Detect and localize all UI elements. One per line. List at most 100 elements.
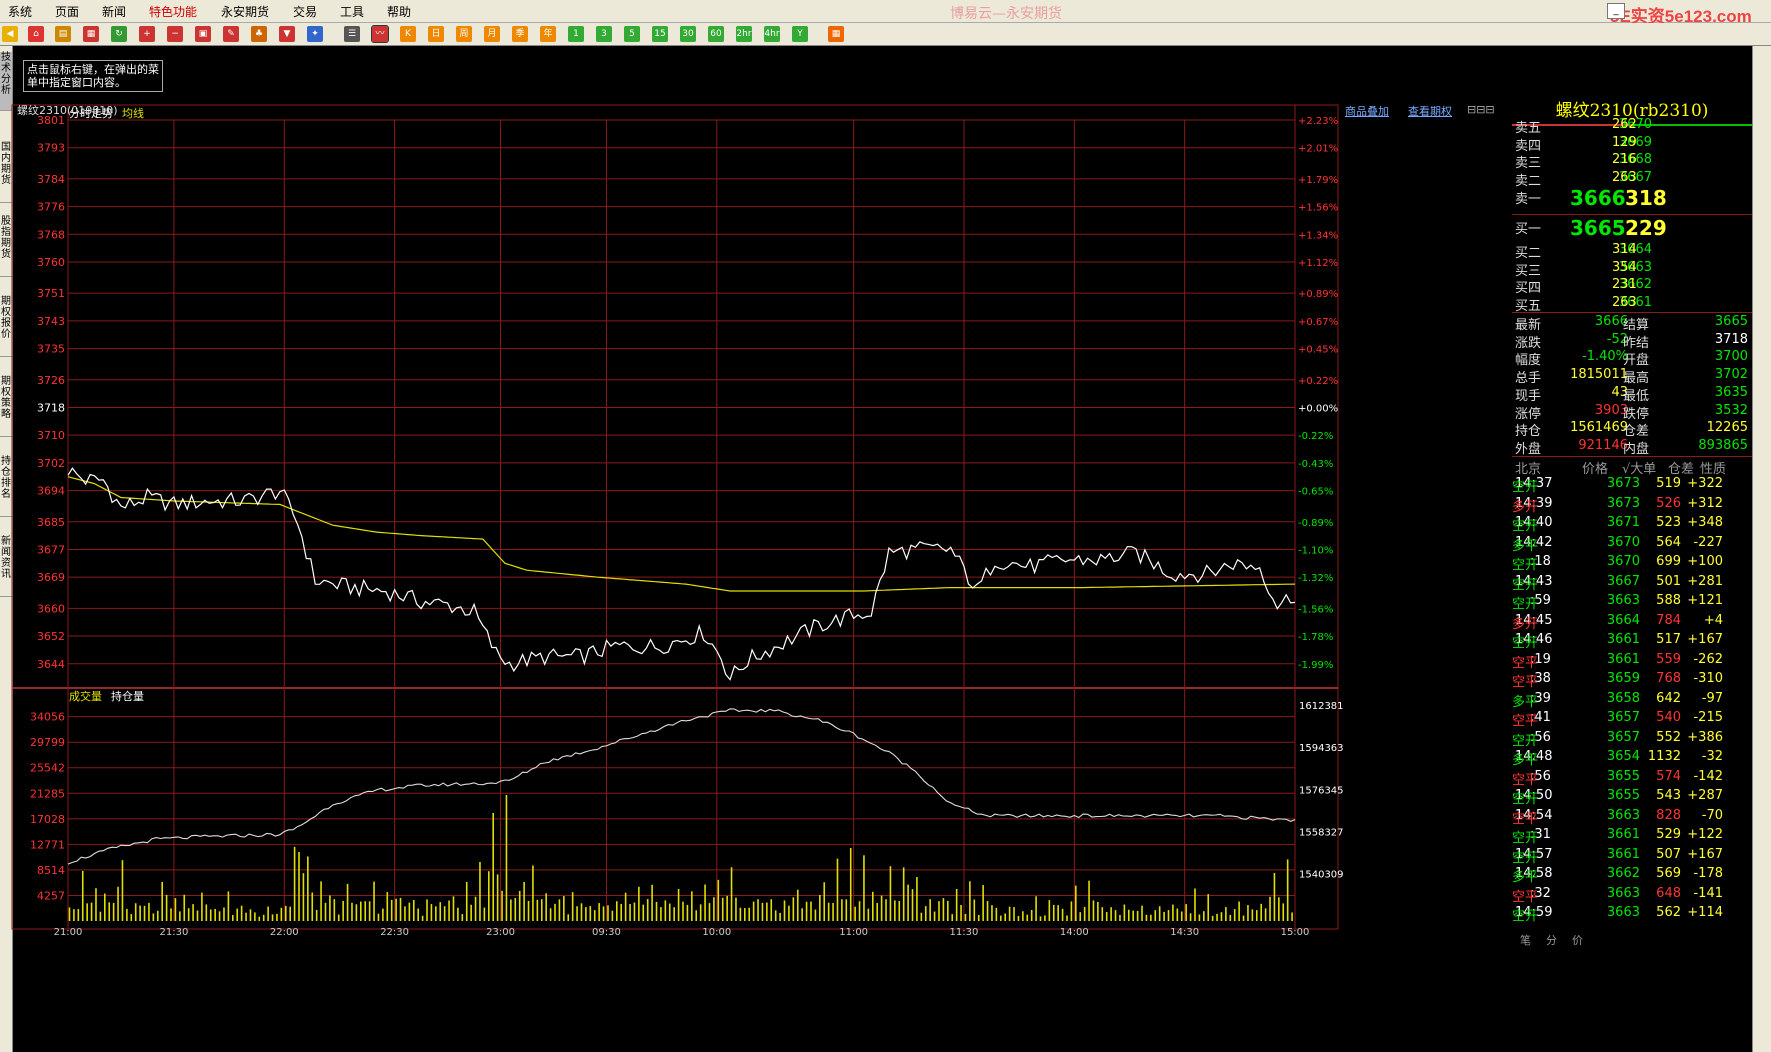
trade-nature: 空开 bbox=[1512, 909, 1539, 924]
tab-minute[interactable]: 分 bbox=[1546, 932, 1557, 948]
right-scrollbar[interactable] bbox=[1752, 46, 1771, 1052]
trade-row[interactable]: :19 3661 559 -262 空平 bbox=[1512, 652, 1752, 672]
pct-tick-label: -0.65% bbox=[1298, 487, 1333, 498]
chart-header: 螺纹2310(010810) 商品叠加 查看期权 ⊟⊟⊟ bbox=[15, 101, 1509, 118]
trade-header: 仓差 bbox=[1668, 462, 1695, 477]
pct-tick-label: -1.78% bbox=[1298, 632, 1333, 643]
stat-value: 3665 bbox=[1714, 314, 1748, 329]
trade-row[interactable]: 14:50 3655 543 +287 空开 bbox=[1512, 788, 1752, 808]
trade-nature: 空开 bbox=[1512, 733, 1539, 749]
trade-row[interactable]: 14:58 3662 569 -178 多平 bbox=[1512, 866, 1752, 886]
stat-label: 涨跌 bbox=[1515, 335, 1542, 351]
trade-price: 3663 bbox=[1606, 905, 1640, 920]
trade-row[interactable]: 14:57 3661 507 +167 空开 bbox=[1512, 847, 1752, 867]
trade-price: 3667 bbox=[1606, 573, 1640, 589]
trade-row[interactable]: 14:43 3667 501 +281 空开 bbox=[1512, 574, 1752, 594]
legend-volume: 成交量 bbox=[69, 689, 102, 703]
trade-row[interactable]: 14:42 3670 564 -227 多平 bbox=[1512, 535, 1752, 555]
stats-divider bbox=[1512, 312, 1752, 313]
minimize-button[interactable]: _ bbox=[1607, 3, 1625, 19]
trade-nature: 空平 bbox=[1512, 714, 1539, 729]
trade-price: 3654 bbox=[1606, 749, 1640, 764]
stat-label: 最低 bbox=[1623, 388, 1650, 404]
trade-price: 3670 bbox=[1606, 534, 1640, 550]
intraday-chart[interactable]: 3801 +2.23%3793 +2.01%3784 +1.79%3776 +1.56%… bbox=[0, 0, 1512, 1052]
trade-row[interactable]: :56 3657 552 +386 空开 bbox=[1512, 730, 1752, 750]
pct-tick-label: +2.01% bbox=[1298, 144, 1338, 155]
pct-tick-label: +0.00% bbox=[1298, 403, 1338, 414]
trade-row[interactable]: :56 3655 574 -142 空平 bbox=[1512, 769, 1752, 789]
trade-row[interactable]: :39 3658 642 -97 多平 bbox=[1512, 691, 1752, 711]
stat-row: 总手 1815011 最高 3702 bbox=[1512, 367, 1752, 387]
trade-price: 3663 bbox=[1606, 593, 1640, 608]
trade-volume: 559 bbox=[1656, 651, 1681, 667]
ask-row: 卖三 3668 216 bbox=[1512, 152, 1752, 171]
overlay-commodity-link[interactable]: 商品叠加 bbox=[1345, 103, 1389, 119]
price-tick-label: 3652 bbox=[37, 630, 65, 643]
volume-tick-label: 21285 bbox=[30, 787, 65, 800]
tab-tick[interactable]: 笔 bbox=[1520, 932, 1531, 948]
time-tick-label: 21:00 bbox=[54, 927, 83, 938]
stat-row: 外盘 921146 内盘 893865 bbox=[1512, 437, 1752, 457]
stat-label: 跌停 bbox=[1623, 406, 1650, 422]
trade-oi-change: +281 bbox=[1687, 573, 1723, 589]
trade-row[interactable]: 14:48 3654 1132 -32 多平 bbox=[1512, 749, 1752, 769]
trade-volume: 562 bbox=[1656, 905, 1681, 920]
stat-label: 涨停 bbox=[1515, 406, 1542, 422]
stat-value: 1815011 bbox=[1570, 367, 1628, 383]
trade-oi-change: +312 bbox=[1687, 495, 1723, 511]
time-tick-label: 11:00 bbox=[839, 927, 868, 938]
ask-row: 卖五 3670 262 bbox=[1512, 117, 1752, 136]
price-tick-label: 3726 bbox=[37, 374, 65, 387]
pct-tick-label: -1.32% bbox=[1298, 573, 1333, 584]
time-tick-label: 14:00 bbox=[1060, 927, 1089, 938]
trade-row[interactable]: 14:54 3663 828 -70 空平 bbox=[1512, 808, 1752, 828]
trade-row[interactable]: 14:40 3671 523 +348 空开 bbox=[1512, 515, 1752, 535]
oi-tick-label: 1594363 bbox=[1299, 743, 1344, 754]
tab-price[interactable]: 价 bbox=[1572, 932, 1583, 948]
price-tick-label: 3677 bbox=[37, 543, 65, 556]
trade-price: 3673 bbox=[1606, 476, 1640, 491]
stat-row: 持仓 1561469 仓差 12265 bbox=[1512, 420, 1752, 439]
trade-volume: 519 bbox=[1656, 476, 1681, 491]
trade-volume: 768 bbox=[1656, 671, 1681, 686]
trade-row[interactable]: :32 3663 648 -141 空平 bbox=[1512, 886, 1752, 906]
trade-row[interactable]: :18 3670 699 +100 空开 bbox=[1512, 554, 1752, 574]
trade-row[interactable]: 14:37 3673 519 +322 空开 bbox=[1512, 476, 1752, 496]
price-tick-label: 3751 bbox=[37, 287, 65, 300]
trade-row[interactable]: :41 3657 540 -215 空平 bbox=[1512, 710, 1752, 730]
trade-nature: 空平 bbox=[1512, 655, 1539, 671]
trade-nature: 多开 bbox=[1512, 616, 1539, 632]
bid-row: 买五 3661 263 bbox=[1512, 295, 1752, 314]
trade-row[interactable]: :59 3663 588 +121 空开 bbox=[1512, 593, 1752, 613]
stat-label: 最高 bbox=[1623, 371, 1650, 387]
trade-price: 3661 bbox=[1606, 846, 1640, 862]
bid-row-best: 买一 3665 229 bbox=[1512, 216, 1752, 244]
trade-row[interactable]: 14:39 3673 526 +312 多开 bbox=[1512, 496, 1752, 516]
trade-oi-change: -215 bbox=[1693, 710, 1723, 725]
trade-volume: 529 bbox=[1656, 827, 1681, 842]
trade-volume: 552 bbox=[1656, 729, 1681, 745]
bid-ask-divider bbox=[1512, 214, 1752, 215]
trade-volume: 574 bbox=[1656, 768, 1681, 784]
bid-volume: 231 bbox=[1612, 277, 1637, 292]
chart-frame bbox=[11, 104, 1339, 930]
trade-row[interactable]: 14:59 3663 562 +114 空开 bbox=[1512, 905, 1752, 925]
ask-row: 卖四 3669 129 bbox=[1512, 135, 1752, 154]
trade-oi-change: +322 bbox=[1687, 476, 1723, 491]
layout-icon[interactable]: ⊟⊟⊟ bbox=[1467, 103, 1495, 116]
view-options-link[interactable]: 查看期权 bbox=[1408, 103, 1452, 119]
trade-nature: 空开 bbox=[1512, 480, 1539, 495]
trade-oi-change: -262 bbox=[1693, 651, 1723, 667]
pct-tick-label: -0.43% bbox=[1298, 459, 1333, 470]
stat-row: 涨停 3903 跌停 3532 bbox=[1512, 402, 1752, 422]
stat-value: 893865 bbox=[1698, 437, 1748, 453]
trade-row[interactable]: 14:45 3664 784 +4 多开 bbox=[1512, 613, 1752, 633]
trade-row[interactable]: :38 3659 768 -310 空平 bbox=[1512, 671, 1752, 691]
trade-header: √大单 bbox=[1622, 462, 1657, 477]
trade-nature: 空开 bbox=[1512, 519, 1539, 534]
trade-row[interactable]: 14:46 3661 517 +167 空开 bbox=[1512, 632, 1752, 652]
stat-value: 3532 bbox=[1714, 402, 1748, 418]
trade-row[interactable]: :31 3661 529 +122 空开 bbox=[1512, 827, 1752, 847]
trade-oi-change: -142 bbox=[1693, 768, 1723, 784]
